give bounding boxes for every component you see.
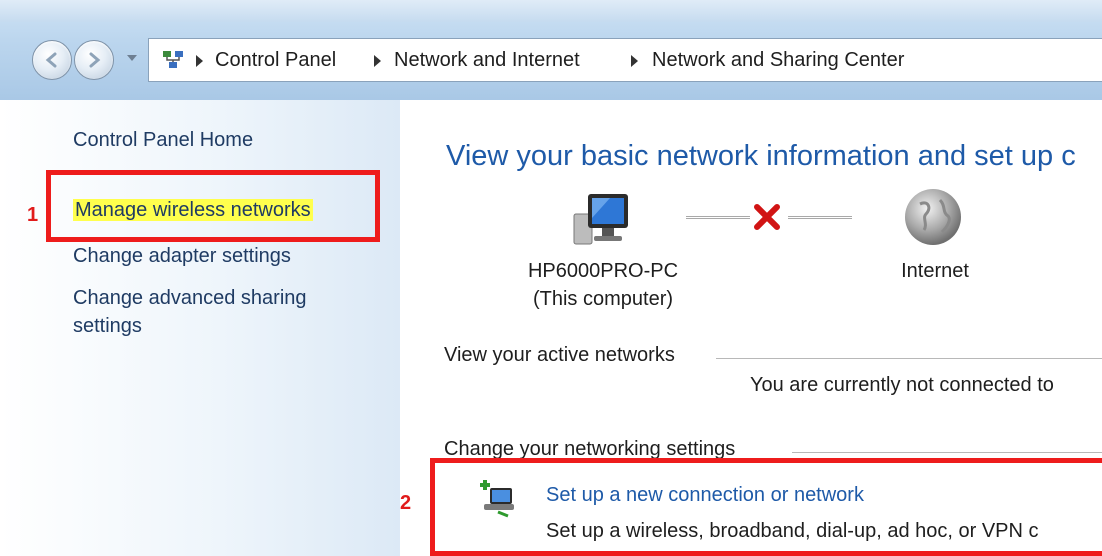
forward-button[interactable] [74, 40, 114, 80]
breadcrumb-network-sharing[interactable]: Network and Sharing Center [652, 49, 904, 72]
change-adapter-settings-link[interactable]: Change adapter settings [73, 242, 291, 270]
address-bar[interactable]: Control Panel Network and Internet Netwo… [148, 38, 1102, 82]
back-button[interactable] [32, 40, 72, 80]
connection-line [788, 216, 852, 219]
computer-icon [573, 194, 628, 245]
breadcrumb-separator[interactable] [374, 55, 381, 67]
breadcrumb-network-internet[interactable]: Network and Internet [394, 49, 580, 72]
annotation-number-1: 1 [27, 204, 39, 226]
annotation-box-2 [430, 458, 1102, 556]
red-x-icon[interactable] [752, 202, 782, 232]
change-advanced-sharing-link[interactable]: Change advanced sharing [73, 284, 307, 312]
network-folder-icon [163, 51, 183, 68]
globe-icon [905, 189, 961, 245]
recent-pages-dropdown[interactable] [127, 55, 137, 61]
breadcrumb-separator[interactable] [631, 55, 638, 67]
active-networks-header: View your active networks [444, 344, 675, 366]
computer-note: (This computer) [532, 288, 674, 310]
annotation-box-1 [46, 170, 380, 242]
control-panel-home-link[interactable]: Control Panel Home [73, 126, 253, 154]
not-connected-text: You are currently not connected to [750, 374, 1054, 396]
connection-line [686, 216, 750, 219]
breadcrumb-control-panel[interactable]: Control Panel [215, 49, 336, 72]
annotation-number-2: 2 [400, 492, 412, 514]
sidebar: Control Panel Home Manage wireless netwo… [0, 100, 400, 556]
computer-name[interactable]: HP6000PRO-PC [508, 260, 698, 283]
back-arrow-icon [45, 52, 57, 68]
breadcrumb-separator[interactable] [196, 55, 203, 67]
change-advanced-sharing-link-cont[interactable]: settings [73, 312, 142, 340]
section-divider [792, 452, 1102, 453]
internet-label[interactable]: Internet [870, 260, 1000, 283]
window-top-strip [0, 0, 1102, 22]
forward-arrow-icon [89, 52, 101, 68]
page-title: View your basic network information and … [446, 140, 1076, 172]
title-bar: Control Panel Network and Internet Netwo… [0, 0, 1102, 100]
main-content: View your basic network information and … [400, 100, 1102, 556]
section-divider [716, 358, 1102, 359]
